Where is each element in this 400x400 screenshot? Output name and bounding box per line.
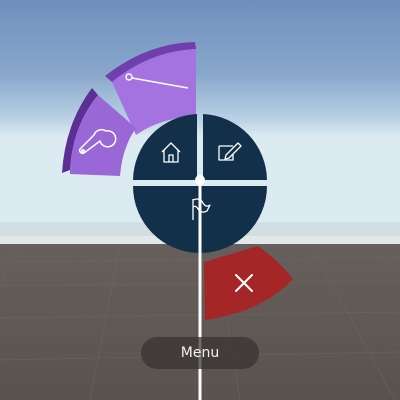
menu-button-label: Menu: [180, 345, 220, 361]
menu-button[interactable]: Menu: [141, 337, 259, 369]
pointer-cursor: [195, 175, 205, 185]
vr-scene: Menu: [0, 0, 400, 400]
